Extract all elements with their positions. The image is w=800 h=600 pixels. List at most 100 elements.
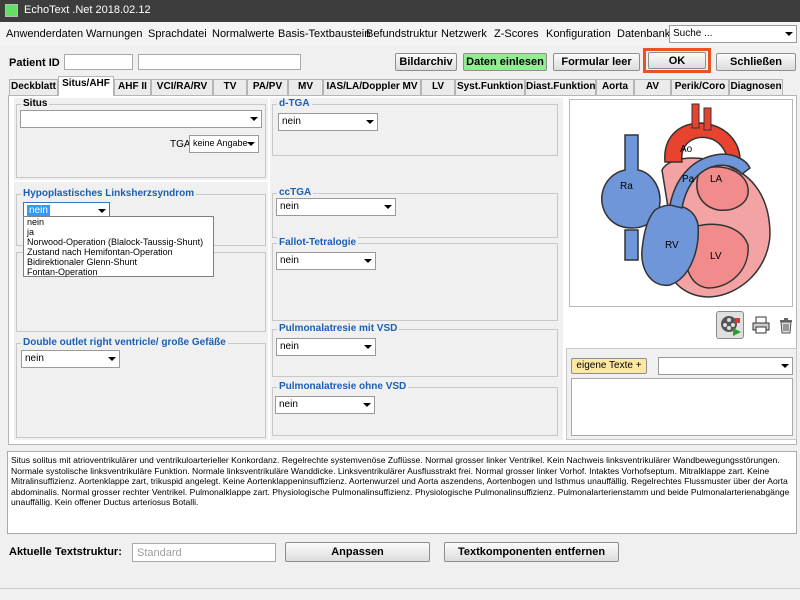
pa-ohne-group-title: Pulmonalatresie ohne VSD — [277, 381, 409, 392]
label-rv: RV — [665, 240, 679, 251]
schliessen-button[interactable]: Schließen — [716, 53, 796, 71]
dorv-group: Double outlet right ventricle/ große Gef… — [16, 337, 266, 438]
title-bar: EchoText .Net 2018.02.12 — [0, 0, 800, 22]
hypoplast-dropdown-list: nein ja Norwood-Operation (Blalock-Tauss… — [23, 216, 214, 277]
chevron-down-icon[interactable] — [108, 357, 116, 361]
tga-select[interactable]: keine Angabe — [189, 135, 259, 153]
hypoplast-group-title: Hypoplastisches Linksherzsyndrom — [21, 188, 197, 199]
eigene-texte-select[interactable] — [658, 357, 793, 375]
menu-bar: Anwenderdaten Warnungen Sprachdatei Norm… — [0, 22, 800, 46]
aorta-branch-shape — [703, 107, 712, 131]
label-pa: Pa — [682, 174, 695, 185]
menu-normalwerte[interactable]: Normalwerte — [212, 28, 274, 40]
pa-ohne-select[interactable]: nein — [275, 396, 375, 414]
dropdown-option[interactable]: Zustand nach Hemifontan-Operation — [24, 247, 213, 257]
menu-sprachdatei[interactable]: Sprachdatei — [148, 28, 207, 40]
chevron-down-icon[interactable] — [98, 209, 106, 213]
menu-konfiguration[interactable]: Konfiguration — [546, 28, 611, 40]
tab-aorta[interactable]: Aorta — [596, 79, 634, 95]
situs-group-title: Situs — [21, 98, 50, 109]
menu-anwenderdaten[interactable]: Anwenderdaten — [6, 28, 83, 40]
pa-vsd-select[interactable]: nein — [276, 338, 376, 356]
situs-select[interactable] — [20, 110, 262, 128]
dorv-group-title: Double outlet right ventricle/ große Gef… — [21, 337, 228, 348]
dropdown-option[interactable]: ja — [24, 227, 213, 237]
patient-id-label: Patient ID — [9, 57, 60, 69]
cctga-group-title: ccTGA — [277, 187, 314, 198]
status-bar — [0, 588, 800, 600]
tab-situs-ahf[interactable]: Situs/AHF — [58, 76, 114, 96]
dropdown-option[interactable]: Bidirektionaler Glenn-Shunt — [24, 257, 213, 267]
anpassen-button[interactable]: Anpassen — [285, 542, 430, 562]
heart-diagram: Ao Pa LA Ra RV LV — [601, 103, 771, 298]
dropdown-option[interactable]: Norwood-Operation (Blalock-Taussig-Shunt… — [24, 237, 213, 247]
tab-perik-coro[interactable]: Perik/Coro — [671, 79, 729, 95]
dtga-group: d-TGA nein — [272, 98, 558, 156]
tab-diagnosen[interactable]: Diagnosen — [729, 79, 783, 95]
menu-befundstruktur[interactable]: Befundstruktur — [366, 28, 438, 40]
chevron-down-icon[interactable] — [250, 117, 258, 121]
tab-mv[interactable]: MV — [288, 79, 323, 95]
tab-av[interactable]: AV — [634, 79, 671, 95]
menu-warnungen[interactable]: Warnungen — [86, 28, 142, 40]
dropdown-option[interactable]: Fontan-Operation — [24, 267, 213, 277]
search-combo[interactable]: Suche ... — [669, 25, 797, 43]
tab-deckblatt[interactable]: Deckblatt — [9, 79, 58, 95]
formular-leer-button[interactable]: Formular leer — [553, 53, 640, 71]
chevron-down-icon[interactable] — [366, 120, 374, 124]
tab-syst-funktion[interactable]: Syst.Funktion — [455, 79, 525, 95]
ivc-shape — [624, 229, 639, 261]
dorv-select-value: nein — [25, 353, 44, 364]
tga-label: TGA — [170, 139, 191, 150]
chevron-down-icon[interactable] — [384, 205, 392, 209]
menu-netzwerk[interactable]: Netzwerk — [441, 28, 487, 40]
pa-ohne-select-value: nein — [279, 399, 298, 410]
tab-ahf-ii[interactable]: AHF II — [114, 79, 151, 95]
menu-basis-textbaustein[interactable]: Basis-Textbaustein — [278, 28, 370, 40]
dropdown-option[interactable]: nein — [24, 217, 213, 227]
pa-ohne-group: Pulmonalatresie ohne VSD nein — [272, 381, 558, 436]
pa-vsd-group: Pulmonalatresie mit VSD nein — [272, 323, 558, 377]
fallot-select[interactable]: nein — [276, 252, 376, 270]
dorv-select[interactable]: nein — [21, 350, 120, 368]
tab-vci-ra-rv[interactable]: VCI/RA/RV — [151, 79, 213, 95]
textkomponenten-entfernen-button[interactable]: Textkomponenten entfernen — [444, 542, 619, 562]
report-textarea[interactable]: Situs solitus mit atrioventrikulärer und… — [7, 451, 797, 534]
chevron-down-icon[interactable] — [781, 364, 789, 368]
tab-pa-pv[interactable]: PA/PV — [247, 79, 288, 95]
chevron-down-icon[interactable] — [363, 403, 371, 407]
chevron-down-icon[interactable] — [247, 142, 255, 146]
label-lv: LV — [710, 251, 722, 262]
aorta-branch-shape — [691, 103, 700, 129]
eigene-texte-panel: eigene Texte + — [566, 348, 797, 440]
pa-vsd-group-title: Pulmonalatresie mit VSD — [277, 323, 400, 334]
patient-name-input[interactable] — [138, 54, 301, 70]
situs-group: Situs TGA keine Angabe — [16, 98, 266, 178]
tga-select-value: keine Angabe — [193, 138, 248, 148]
menu-z-scores[interactable]: Z-Scores — [494, 28, 539, 40]
tab-ias-la-doppler-mv[interactable]: IAS/LA/Doppler MV — [323, 79, 421, 95]
chevron-down-icon[interactable] — [364, 345, 372, 349]
tab-tv[interactable]: TV — [213, 79, 247, 95]
tab-diast-funktion[interactable]: Diast.Funktion — [525, 79, 596, 95]
eigene-texte-button[interactable]: eigene Texte + — [571, 358, 647, 374]
label-la: LA — [710, 174, 723, 185]
daten-einlesen-button[interactable]: Daten einlesen — [463, 53, 547, 71]
menu-datenbank[interactable]: Datenbank — [617, 28, 670, 40]
patient-id-input[interactable] — [64, 54, 133, 70]
chevron-down-icon[interactable] — [364, 259, 372, 263]
media-button[interactable] — [716, 311, 744, 339]
chevron-down-icon[interactable] — [785, 32, 793, 36]
print-button[interactable] — [752, 316, 770, 334]
tab-lv[interactable]: LV — [421, 79, 455, 95]
delete-button[interactable] — [777, 316, 795, 334]
hypoplast-select-value: nein — [27, 205, 50, 216]
textstruktur-label: Aktuelle Textstruktur: — [9, 546, 122, 558]
film-reel-icon — [721, 316, 741, 336]
ok-button[interactable]: OK — [648, 52, 706, 69]
textstruktur-input[interactable]: Standard — [132, 543, 276, 562]
dtga-select[interactable]: nein — [278, 113, 378, 131]
cctga-select[interactable]: nein — [276, 198, 396, 216]
bildarchiv-button[interactable]: Bildarchiv — [395, 53, 457, 71]
eigene-texte-textarea[interactable] — [571, 378, 793, 436]
